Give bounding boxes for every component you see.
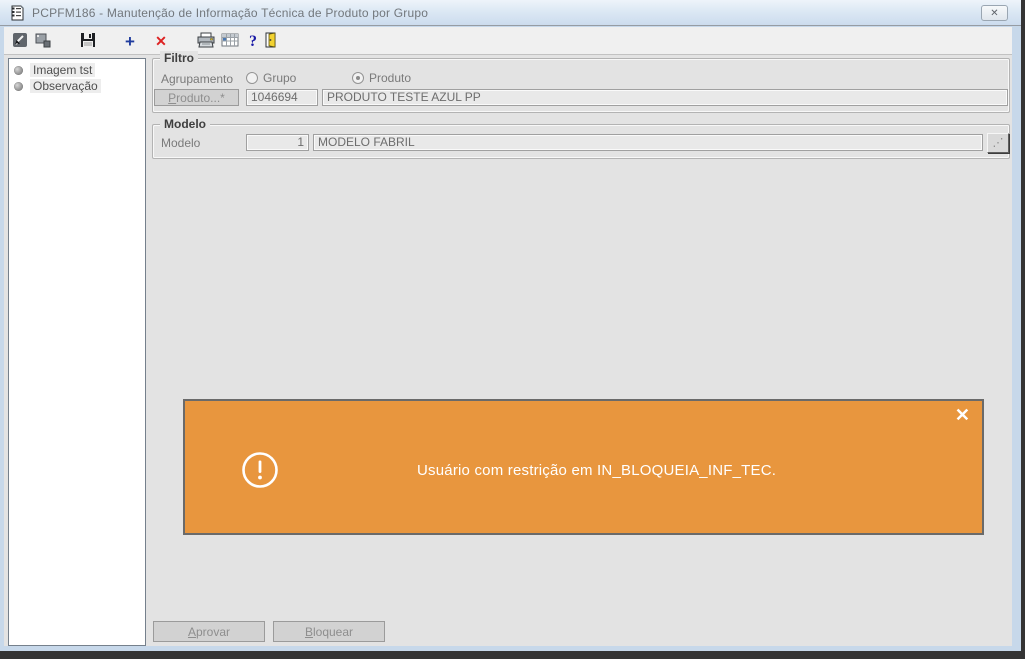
- toolbar: + ✕ ?: [4, 27, 1012, 55]
- delete-button[interactable]: ✕: [151, 31, 171, 51]
- tree-node-icon: [14, 65, 23, 75]
- filtro-groupbox: Filtro Agrupamento Grupo Produto Produto…: [152, 51, 1010, 113]
- sidebar-item-imagem-tst[interactable]: Imagem tst: [9, 62, 145, 78]
- close-button[interactable]: ✕: [981, 5, 1008, 21]
- modelo-code-field[interactable]: 1: [246, 134, 309, 151]
- title-bar: PCPFM186 - Manutenção de Informação Técn…: [0, 0, 1021, 26]
- client-area: + ✕ ? Imagem tst Observação Filtro Agrup…: [4, 27, 1012, 646]
- select-arrow-icon: [13, 33, 27, 47]
- modelo-label: Modelo: [161, 136, 201, 150]
- modelo-groupbox: Modelo Modelo 1 MODELO FABRIL ⋰: [152, 117, 1010, 159]
- radio-grupo-label: Grupo: [263, 71, 297, 85]
- exit-button[interactable]: [261, 31, 281, 51]
- toast-notification: Usuário com restrição em IN_BLOQUEIA_INF…: [183, 399, 984, 535]
- modelo-desc-field[interactable]: MODELO FABRIL: [313, 134, 983, 151]
- radio-circle-icon: [246, 72, 258, 84]
- app-window: PCPFM186 - Manutenção de Informação Técn…: [0, 0, 1021, 651]
- printer-icon: [197, 32, 214, 48]
- save-button[interactable]: [78, 31, 98, 51]
- save-icon: [81, 33, 95, 47]
- toast-close-button[interactable]: ✕: [955, 405, 970, 425]
- modelo-ellipsis-button[interactable]: ⋰: [987, 133, 1009, 153]
- select-arrow-button[interactable]: [10, 31, 30, 51]
- question-mark-icon: ?: [249, 32, 257, 50]
- grid-table-icon: [221, 33, 239, 47]
- cascade-windows-button[interactable]: [33, 31, 53, 51]
- warning-exclamation-icon: [241, 451, 279, 489]
- delete-x-icon: ✕: [155, 32, 167, 49]
- produto-desc-field[interactable]: PRODUTO TESTE AZUL PP: [322, 89, 1008, 106]
- radio-circle-icon: [352, 72, 364, 84]
- filtro-legend: Filtro: [160, 51, 198, 65]
- toast-message: Usuário com restrição em IN_BLOQUEIA_INF…: [417, 462, 777, 479]
- aprovar-button[interactable]: Aprovar: [153, 621, 265, 642]
- help-button[interactable]: ?: [243, 31, 263, 51]
- screen: PCPFM186 - Manutenção de Informação Técn…: [0, 0, 1025, 659]
- exit-door-icon: [265, 32, 276, 48]
- cascade-windows-icon: [35, 33, 51, 48]
- tree-item-label: Imagem tst: [30, 63, 96, 77]
- grid-button[interactable]: [220, 31, 240, 51]
- report-document-icon: [9, 5, 25, 21]
- window-title: PCPFM186 - Manutenção de Informação Técn…: [32, 6, 429, 20]
- modelo-legend: Modelo: [160, 117, 210, 131]
- radio-produto-label: Produto: [369, 71, 412, 85]
- produto-lookup-button[interactable]: Produto...*: [154, 89, 239, 106]
- tree-node-icon: [14, 81, 23, 91]
- radio-grupo[interactable]: Grupo: [246, 71, 296, 85]
- produto-code-field[interactable]: 1046694: [246, 89, 318, 106]
- sidebar-list: Imagem tst Observação: [8, 58, 146, 646]
- print-button[interactable]: [196, 31, 216, 51]
- radio-produto[interactable]: Produto: [352, 71, 411, 85]
- tree-item-label: Observação: [30, 79, 101, 93]
- bloquear-button[interactable]: Bloquear: [273, 621, 385, 642]
- plus-icon: +: [125, 31, 135, 51]
- agrupamento-label: Agrupamento: [161, 72, 234, 86]
- add-button[interactable]: +: [120, 31, 140, 51]
- sidebar-item-observacao[interactable]: Observação: [9, 78, 145, 94]
